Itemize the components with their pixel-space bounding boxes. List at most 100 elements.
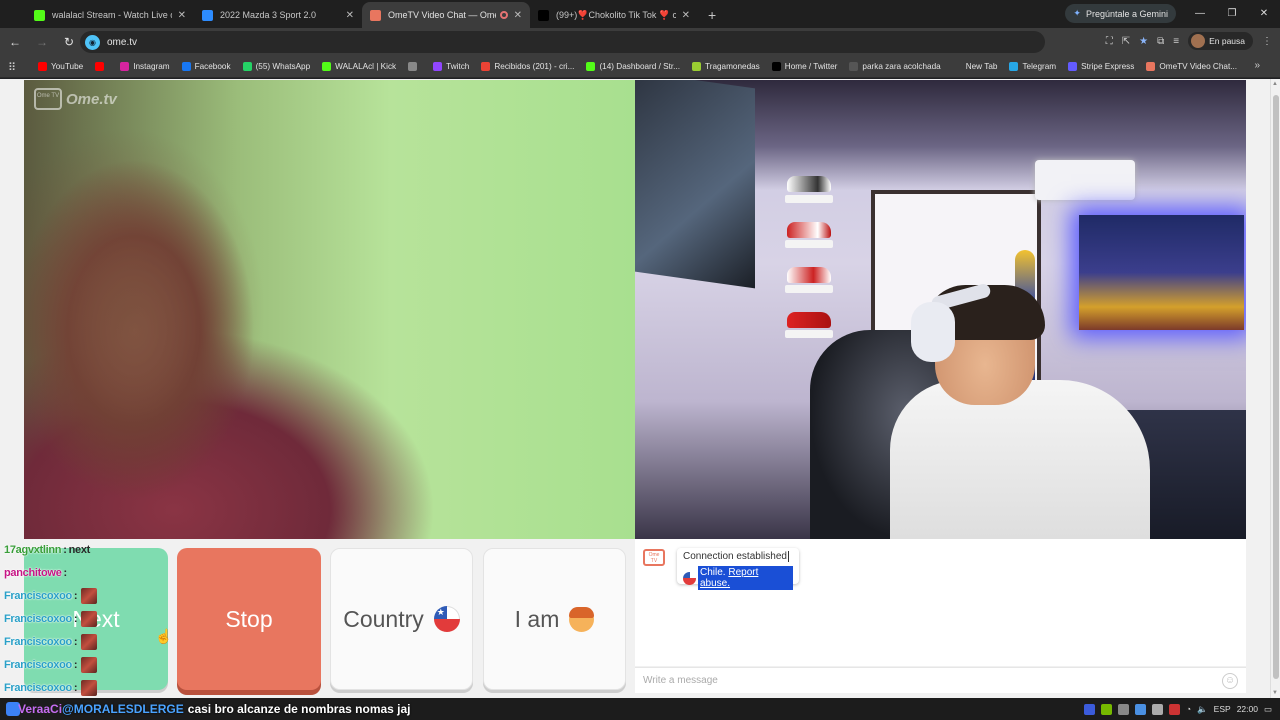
bookmark-item[interactable]: OmeTV Video Chat... xyxy=(1140,62,1243,71)
gemini-button[interactable]: ✦ Pregúntale a Gemini xyxy=(1065,4,1176,23)
bookmark-item[interactable]: Instagram xyxy=(114,62,175,71)
reload-icon[interactable]: ↻ xyxy=(57,35,81,49)
bookmark-favicon-icon xyxy=(771,62,781,71)
tab-close-icon[interactable]: ✕ xyxy=(178,10,186,21)
bookmark-label: parka zara acolchada xyxy=(862,62,941,71)
tray-app-icon[interactable] xyxy=(1168,703,1180,715)
translate-icon[interactable]: ⛶ xyxy=(1106,36,1113,47)
restore-icon[interactable]: ❐ xyxy=(1216,0,1248,28)
tray-app-icon[interactable] xyxy=(1134,703,1146,715)
browser-tab[interactable]: walalacl Stream - Watch Live o ✕ xyxy=(26,2,194,28)
bookmark-label: Tragamonedas xyxy=(705,62,760,71)
country-button[interactable]: Country ★ xyxy=(330,548,473,690)
avatar xyxy=(1191,34,1206,48)
extensions-icon[interactable]: ⧉ xyxy=(1157,36,1164,47)
tab-favicon-icon xyxy=(538,9,549,21)
bookmark-item[interactable]: YouTube xyxy=(32,62,89,71)
close-window-icon[interactable]: ✕ xyxy=(1248,0,1280,28)
browser-tab[interactable]: OmeTV Video Chat — Ome ✕ xyxy=(362,2,530,28)
bookmark-item[interactable]: WALALAcl | Kick xyxy=(316,62,402,71)
volume-icon[interactable]: 🔈 xyxy=(1197,704,1208,715)
tray-app-icon[interactable] xyxy=(1117,703,1129,715)
back-icon[interactable]: ← xyxy=(3,35,27,49)
bookmark-item[interactable]: New Tab xyxy=(947,62,1004,71)
bookmark-item[interactable]: parka zara acolchada xyxy=(843,62,946,71)
bookmark-item[interactable]: Tragamonedas xyxy=(686,62,766,71)
gemini-icon: ✦ xyxy=(1073,8,1081,18)
forward-icon[interactable]: → xyxy=(30,35,54,49)
omnibox[interactable]: ◉ ome.tv xyxy=(80,31,1045,53)
mouse-cursor-icon: ☝ xyxy=(155,628,173,644)
tab-title: OmeTV Video Chat — Ome xyxy=(388,10,496,20)
chat-emote-icon xyxy=(81,587,98,604)
bookmark-label: Home / Twitter xyxy=(784,62,838,71)
wifi-icon[interactable]: ◔ xyxy=(1186,704,1191,714)
stop-button[interactable]: Stop xyxy=(177,548,321,690)
steam-icon[interactable] xyxy=(1151,703,1163,715)
bookmark-favicon-icon xyxy=(38,62,47,71)
bookmark-item[interactable]: (55) WhatsApp xyxy=(237,62,317,71)
chat-username: Franciscoxoo xyxy=(4,589,72,602)
bookmark-favicon-icon xyxy=(952,62,962,71)
partner-country: Chile. xyxy=(699,567,726,578)
browser-tab[interactable]: (99+)❣️Chokolito Tik Tok ❣️ cu ✕ xyxy=(530,2,698,28)
tab-close-icon[interactable]: ✕ xyxy=(514,10,522,21)
bookmark-label: Facebook xyxy=(194,62,231,71)
ometv-logo-text: Ome.tv xyxy=(66,90,117,108)
bookmark-label: Instagram xyxy=(133,62,170,71)
bookmark-list: YouTube Instagram Facebook (55) WhatsApp WAL… xyxy=(32,62,1243,71)
chat-emote-icon xyxy=(81,610,98,627)
bookmarks-overflow-icon[interactable]: » xyxy=(1254,60,1260,71)
minimize-icon[interactable]: — xyxy=(1184,0,1216,28)
url-text[interactable]: ome.tv xyxy=(107,37,137,48)
gemini-label: Pregúntale a Gemini xyxy=(1085,8,1168,19)
profile-button[interactable]: En pausa xyxy=(1188,32,1253,50)
bookmark-item[interactable]: Home / Twitter xyxy=(766,62,844,71)
scroll-down-icon[interactable]: ▼ xyxy=(1272,690,1278,696)
chat-separator: : xyxy=(73,635,78,648)
bookmark-item[interactable]: Recibidos (201) - cri... xyxy=(475,62,580,71)
tab-close-icon[interactable]: ✕ xyxy=(346,10,354,21)
chat-separator: : xyxy=(73,589,78,602)
bookmark-item[interactable]: Facebook xyxy=(176,62,237,71)
system-message: Connection established Chile. Report abu… xyxy=(677,548,799,590)
nvidia-icon[interactable] xyxy=(1100,703,1112,715)
gender-button[interactable]: I am xyxy=(483,548,626,690)
tab-title: walalacl Stream - Watch Live o xyxy=(52,10,172,20)
browser-tab[interactable]: 2022 Mazda 3 Sport 2.0 ✕ xyxy=(194,2,362,28)
language-indicator[interactable]: ESP xyxy=(1214,704,1231,714)
install-icon[interactable]: ⇱ xyxy=(1122,36,1130,47)
bookmark-item[interactable]: Twitch xyxy=(427,62,475,71)
bookmark-star-icon[interactable]: ★ xyxy=(1139,36,1148,47)
emoji-icon[interactable]: ☺ xyxy=(1222,673,1238,689)
clock[interactable]: 22:00 xyxy=(1237,704,1258,714)
notifications-icon[interactable]: ▭ xyxy=(1264,704,1272,715)
chat-username: Franciscoxoo xyxy=(4,612,72,625)
tray-app-icon[interactable] xyxy=(1083,703,1095,715)
bookmark-favicon-icon xyxy=(433,62,443,71)
apps-grid-icon[interactable]: ⠿ xyxy=(8,61,16,74)
tab-strip: walalacl Stream - Watch Live o ✕ 2022 Mazd… xyxy=(0,0,1280,28)
message-input[interactable] xyxy=(643,675,1203,686)
tab-close-icon[interactable]: ✕ xyxy=(682,10,690,21)
video-blur xyxy=(24,80,635,539)
bookmark-favicon-icon xyxy=(181,62,191,71)
stream-chat-line: panchitowe: xyxy=(4,561,174,584)
bookmark-item[interactable] xyxy=(89,62,114,71)
site-info-icon[interactable]: ◉ xyxy=(85,34,100,50)
stream-chat-line: Franciscoxoo: xyxy=(4,630,174,653)
room-shelf xyxy=(785,240,833,248)
bookmark-item[interactable]: (14) Dashboard / Str... xyxy=(580,62,686,71)
room-neon-poster xyxy=(1079,215,1244,330)
scroll-up-icon[interactable]: ▲ xyxy=(1272,81,1278,87)
tab-search-icon[interactable]: ≡ xyxy=(1173,36,1179,47)
scrollbar-thumb[interactable] xyxy=(1273,95,1279,679)
menu-icon[interactable]: ⋮ xyxy=(1262,36,1272,47)
new-tab-button[interactable]: + xyxy=(698,7,726,28)
bookmark-item[interactable] xyxy=(402,62,427,71)
chat-emote-icon xyxy=(81,633,98,650)
bookmark-item[interactable]: Telegram xyxy=(1003,62,1062,71)
page-scrollbar[interactable]: ▲ ▼ xyxy=(1270,79,1280,698)
bookmark-item[interactable]: Stripe Express xyxy=(1062,62,1140,71)
bookmark-favicon-icon xyxy=(95,62,105,71)
